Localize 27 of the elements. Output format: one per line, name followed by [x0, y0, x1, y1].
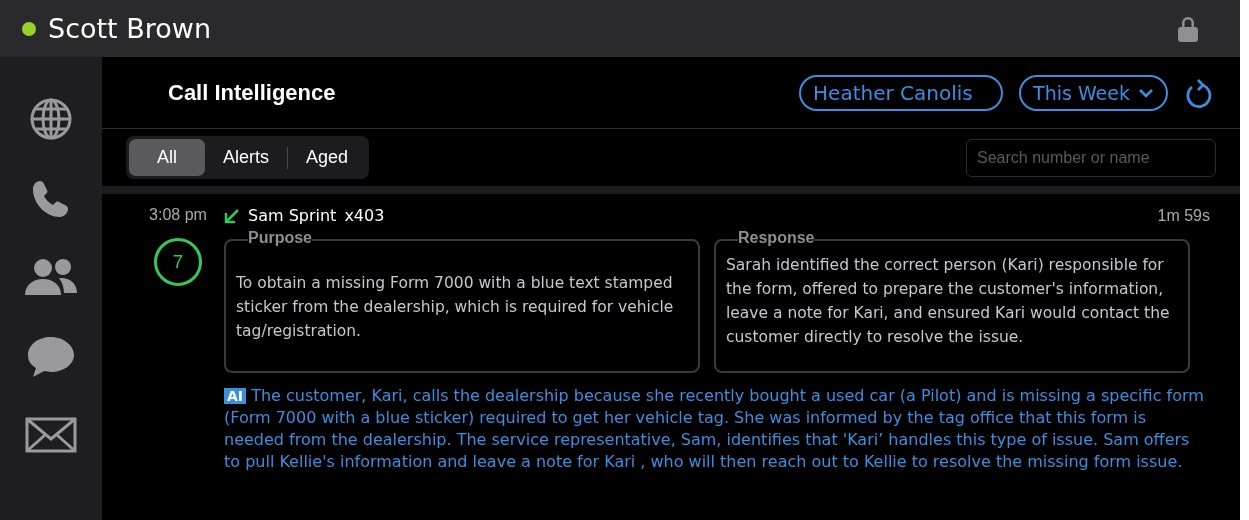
score-badge: 7 [154, 238, 202, 286]
purpose-text: To obtain a missing Form 7000 with a blue text stamped sticker from the dealership, which is required for vehicle tag/registration. [236, 273, 675, 342]
call-duration: 1m 59s [1157, 206, 1210, 225]
filter-tab[interactable]: Alerts [205, 139, 288, 176]
caller-name: Sam Sprint [248, 206, 337, 225]
page-title: Call Intelligence [168, 79, 336, 106]
refresh-icon[interactable] [1184, 77, 1212, 108]
globe-icon[interactable] [29, 97, 73, 141]
call-time: 3:08 pm [149, 206, 207, 224]
ai-summary-text: AI The customer, Kari, calls the dealership because she recently bought a used car (a Pilot) and is missing a specific form (Form 7000 with a blue sticker) required to get her vehicle tag. She was informed by the tag office that this form is needed from the dealership. The service representative, Sam, identifies that 'Kari’ handles this type of issue. Sam offers to pull Kellie's information and leave a note for Kari , who will then reach out to Kellie to resolve the missing form issue. [224, 385, 1205, 473]
period-dropdown[interactable]: This Week [1019, 74, 1168, 111]
mail-icon[interactable] [25, 417, 77, 453]
filter-tab[interactable]: All [129, 139, 205, 176]
search-field[interactable]: Search number or name [966, 138, 1216, 177]
extension: x403 [344, 206, 385, 225]
lock-icon[interactable] [1176, 15, 1200, 42]
panel-label: Response [738, 229, 815, 247]
people-icon[interactable] [23, 257, 79, 297]
incoming-arrow-icon [224, 207, 240, 224]
chat-icon[interactable] [26, 335, 76, 379]
agent-filter-button[interactable]: Heather Canolis [799, 74, 1004, 111]
user-name: Scott Brown [48, 13, 211, 44]
chevron-down-icon [1138, 87, 1154, 98]
phone-icon[interactable] [31, 179, 71, 219]
panel-label: Purpose [248, 229, 312, 247]
response-text: Sarah identified the correct person (Kari) responsible for the form, offered to prepare the customer's information, leave a note for Kari, and ensured Kari would contact the customer directly to resolve the issue. [726, 255, 1171, 348]
filter-tab[interactable]: Aged [288, 139, 367, 176]
